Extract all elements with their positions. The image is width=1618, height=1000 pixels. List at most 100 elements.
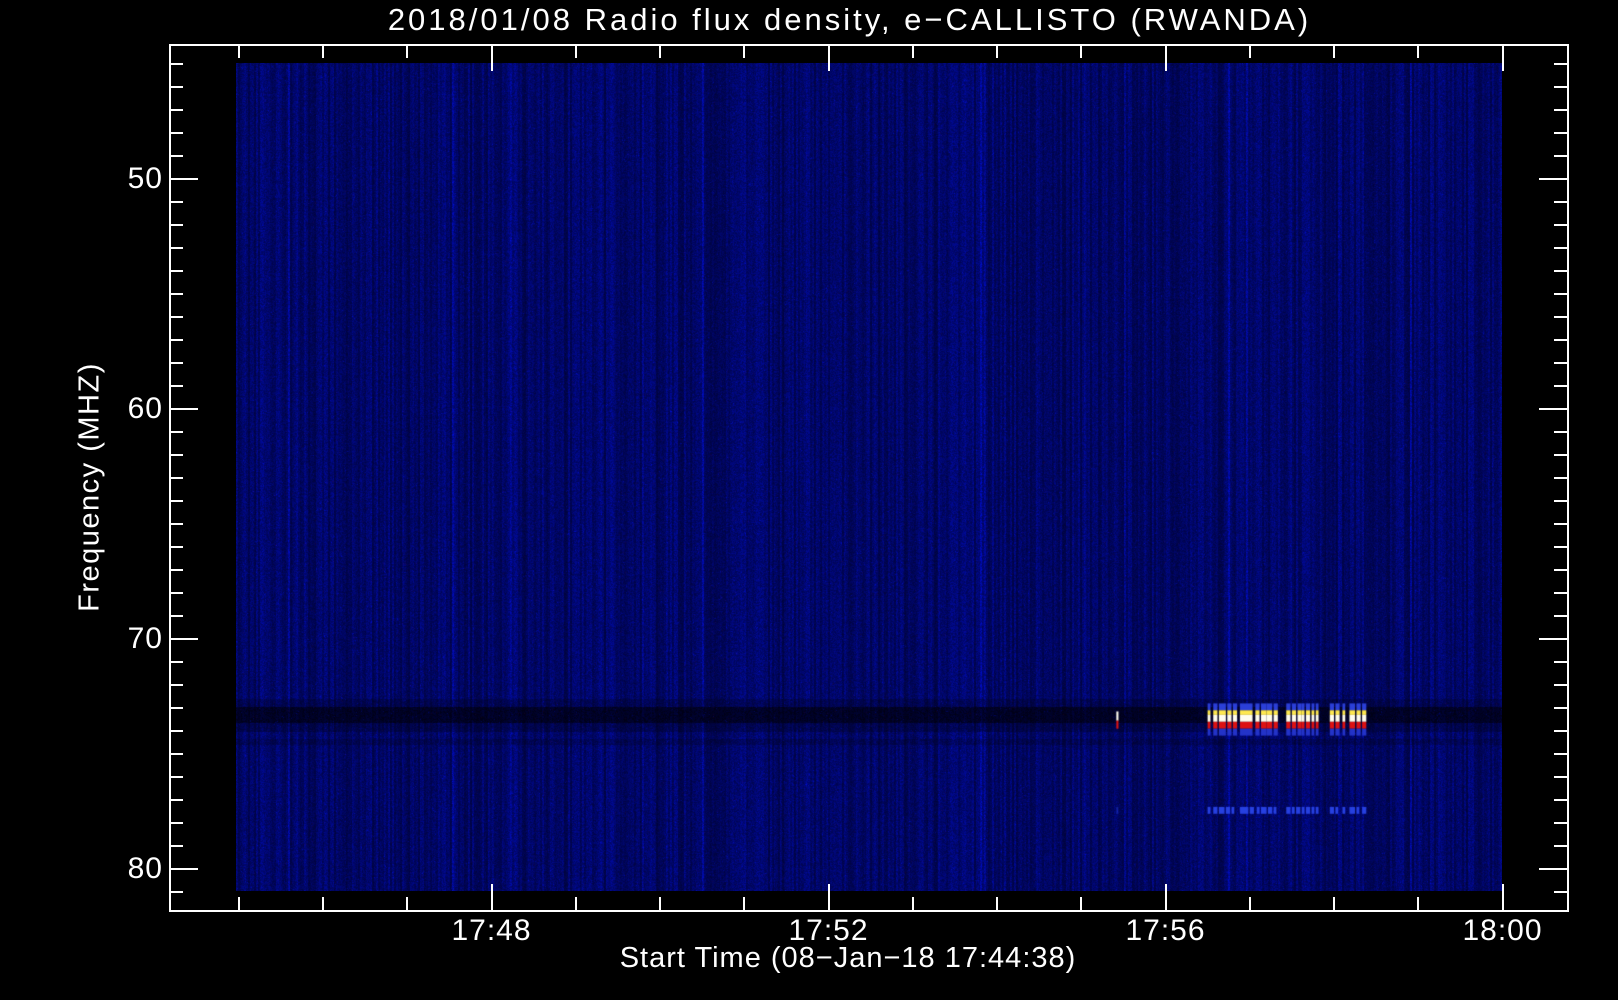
x-tick-mark [322, 897, 324, 910]
y-tick-mark [170, 500, 183, 502]
y-tick-mark [1554, 546, 1567, 548]
y-tick-mark [1554, 155, 1567, 157]
x-tick-mark [828, 884, 830, 910]
y-tick-mark [170, 178, 198, 180]
y-tick-mark [170, 316, 183, 318]
y-tick-mark [1554, 293, 1567, 295]
y-tick-mark [170, 293, 183, 295]
y-tick-mark [170, 546, 183, 548]
y-tick-mark [1554, 247, 1567, 249]
y-tick-mark [170, 477, 183, 479]
y-tick-mark [1554, 385, 1567, 387]
x-tick-mark [491, 45, 493, 71]
y-tick-mark [1554, 224, 1567, 226]
y-tick-mark [1554, 270, 1567, 272]
x-tick-mark [406, 45, 408, 58]
y-tick-label: 50 [88, 162, 163, 196]
y-tick-mark [170, 431, 183, 433]
y-tick-mark [1554, 500, 1567, 502]
y-tick-mark [170, 730, 183, 732]
x-tick-mark [1080, 897, 1082, 910]
y-tick-mark [1554, 569, 1567, 571]
y-tick-mark [170, 224, 183, 226]
x-tick-mark [1165, 884, 1167, 910]
y-tick-mark [1554, 592, 1567, 594]
y-tick-mark [1554, 86, 1567, 88]
x-tick-mark [743, 897, 745, 910]
x-tick-mark [1502, 45, 1504, 71]
y-tick-mark [170, 385, 183, 387]
y-tick-label: 60 [88, 392, 163, 426]
x-tick-mark [1333, 45, 1335, 58]
spectrogram-window: 2018/01/08 Radio flux density, e−CALLIST… [0, 0, 1618, 1000]
x-tick-mark [1417, 45, 1419, 58]
x-axis-title: Start Time (08−Jan−18 17:44:38) [148, 942, 1548, 975]
x-tick-mark [659, 897, 661, 910]
y-tick-mark [1554, 753, 1567, 755]
y-tick-mark [1539, 868, 1567, 870]
x-tick-mark [1249, 45, 1251, 58]
y-tick-mark [170, 247, 183, 249]
y-tick-mark [170, 63, 183, 65]
y-tick-mark [1539, 638, 1567, 640]
x-tick-mark [1080, 45, 1082, 58]
x-tick-mark [996, 45, 998, 58]
y-tick-mark [170, 454, 183, 456]
y-tick-mark [170, 132, 183, 134]
x-tick-mark [575, 45, 577, 58]
y-tick-label: 70 [88, 622, 163, 656]
x-tick-mark [659, 45, 661, 58]
x-tick-mark [912, 45, 914, 58]
x-tick-mark [1165, 45, 1167, 71]
x-tick-mark [322, 45, 324, 58]
y-tick-mark [1554, 362, 1567, 364]
y-tick-mark [170, 707, 183, 709]
plot-frame [169, 44, 1569, 912]
y-tick-mark [170, 684, 183, 686]
y-tick-mark [170, 86, 183, 88]
y-tick-mark [1554, 454, 1567, 456]
x-tick-mark [238, 897, 240, 910]
y-tick-mark [170, 868, 198, 870]
x-tick-mark [1502, 884, 1504, 910]
x-tick-mark [1249, 897, 1251, 910]
x-tick-mark [1333, 897, 1335, 910]
y-tick-label: 80 [88, 852, 163, 886]
y-tick-mark [1554, 684, 1567, 686]
y-tick-mark [170, 845, 183, 847]
y-tick-mark [1554, 109, 1567, 111]
y-tick-mark [1554, 799, 1567, 801]
y-tick-mark [170, 776, 183, 778]
y-tick-mark [170, 799, 183, 801]
y-tick-mark [1539, 408, 1567, 410]
y-tick-mark [1539, 178, 1567, 180]
x-tick-mark [912, 897, 914, 910]
y-tick-mark [1554, 661, 1567, 663]
x-tick-mark [238, 45, 240, 58]
x-tick-mark [828, 45, 830, 71]
y-tick-mark [1554, 776, 1567, 778]
y-tick-mark [1554, 523, 1567, 525]
y-tick-mark [170, 109, 183, 111]
y-tick-mark [170, 569, 183, 571]
x-tick-mark [491, 884, 493, 910]
y-tick-mark [1554, 845, 1567, 847]
y-tick-mark [170, 615, 183, 617]
y-tick-mark [1554, 477, 1567, 479]
y-tick-mark [1554, 132, 1567, 134]
y-tick-mark [170, 753, 183, 755]
y-tick-mark [1554, 316, 1567, 318]
x-tick-mark [1417, 897, 1419, 910]
y-tick-mark [170, 362, 183, 364]
y-tick-mark [1554, 339, 1567, 341]
y-tick-mark [170, 270, 183, 272]
y-tick-mark [1554, 431, 1567, 433]
chart-title: 2018/01/08 Radio flux density, e−CALLIST… [151, 2, 1548, 38]
y-tick-mark [1554, 822, 1567, 824]
x-tick-mark [743, 45, 745, 58]
y-tick-mark [1554, 707, 1567, 709]
y-tick-mark [170, 638, 198, 640]
y-tick-mark [1554, 201, 1567, 203]
x-tick-mark [406, 897, 408, 910]
y-tick-mark [170, 523, 183, 525]
